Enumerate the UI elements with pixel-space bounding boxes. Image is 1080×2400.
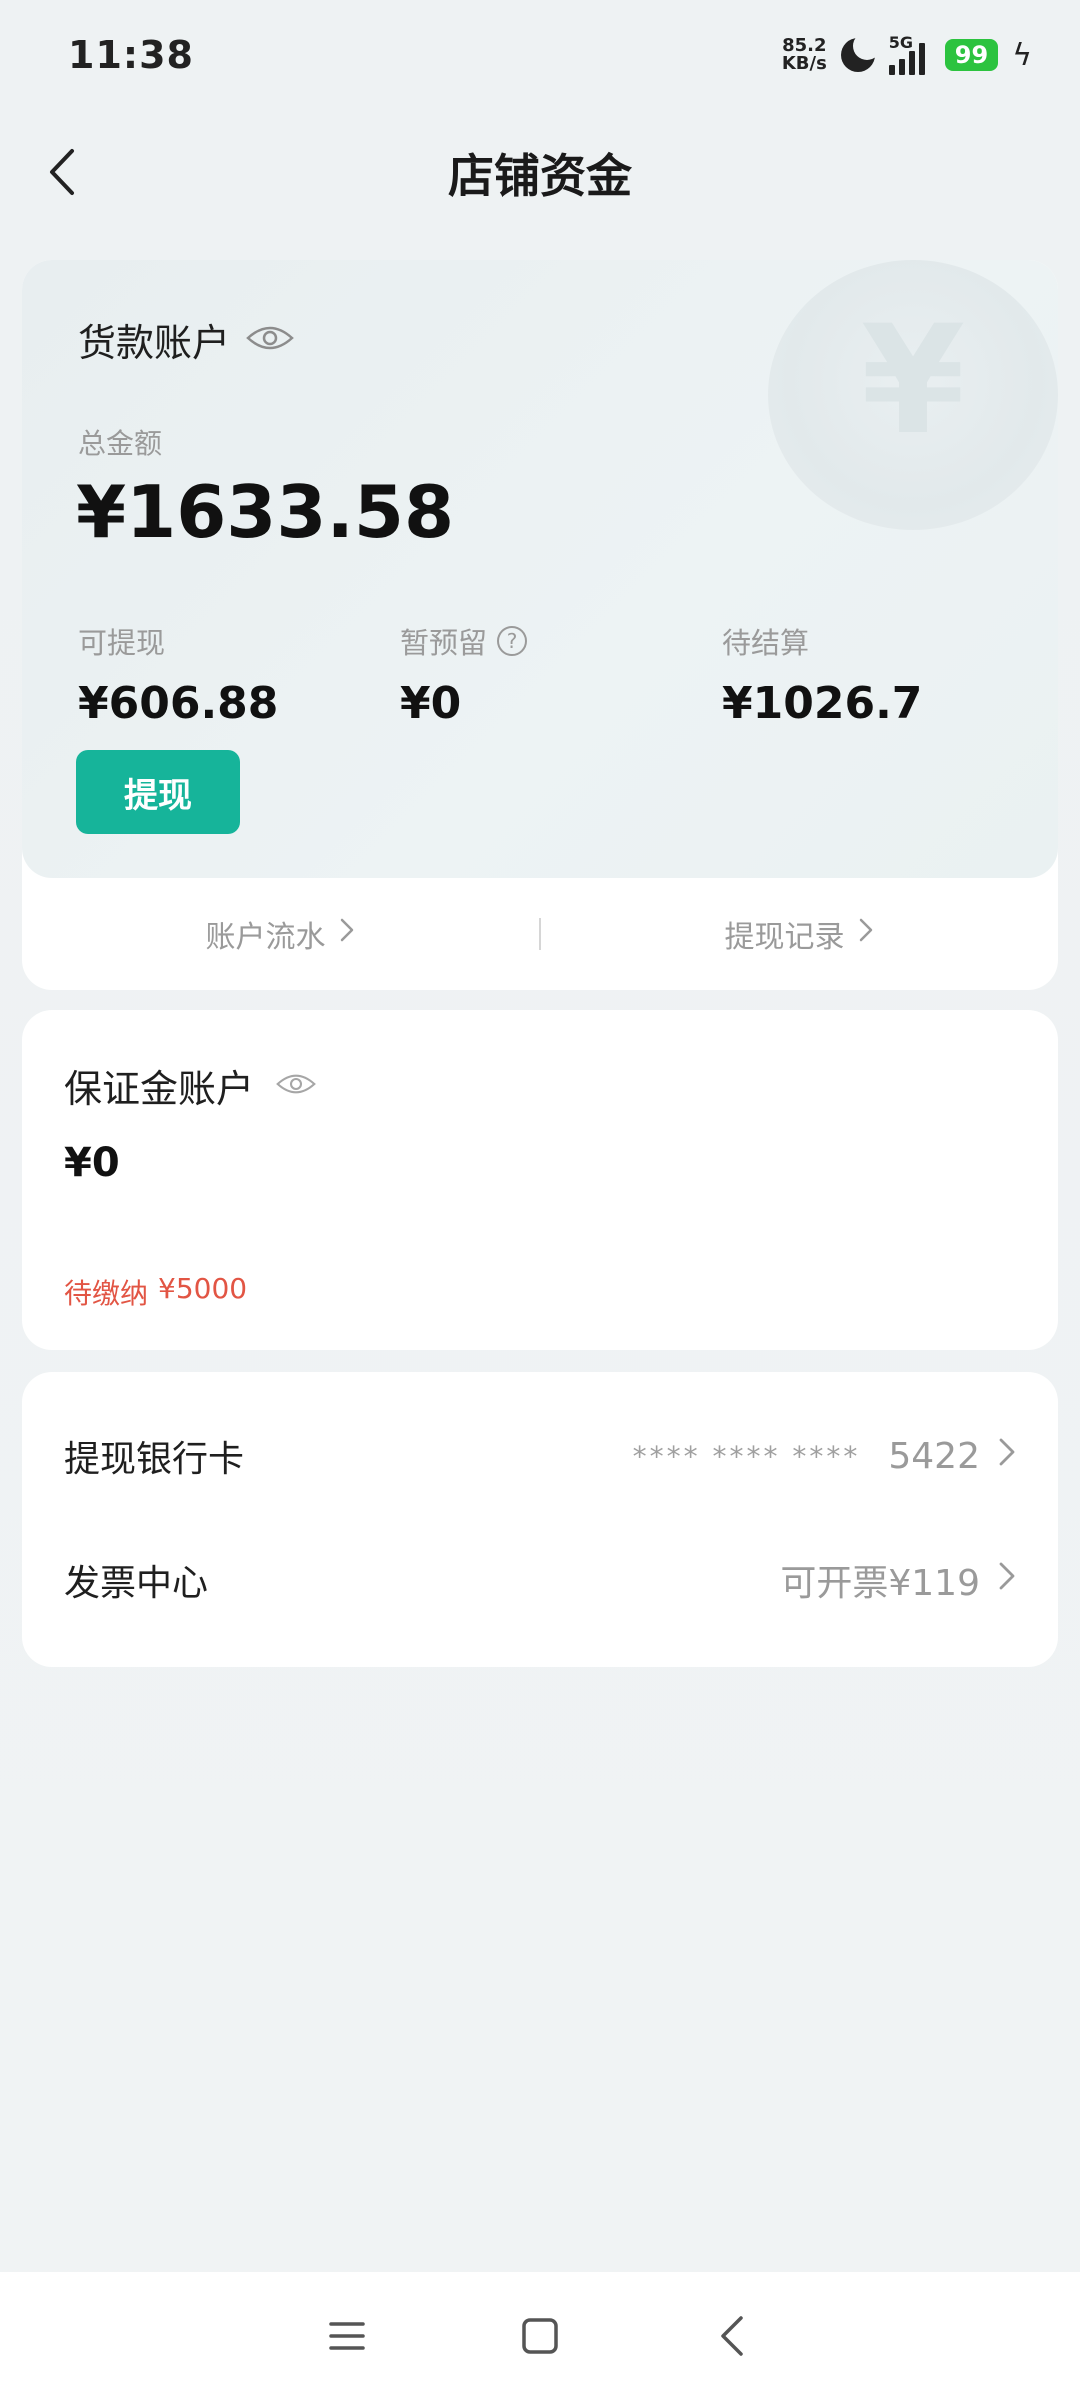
status-bar: 11:38 85.2 KB/s 5G 99 ϟ	[0, 0, 1080, 110]
withdrawable-label: 可提现	[78, 626, 166, 660]
withdraw-records-link[interactable]: 提现记录	[541, 912, 1058, 956]
do-not-disturb-icon	[840, 32, 881, 72]
withdraw-bank-card-row[interactable]: 提现银行卡 **** **** **** 5422	[22, 1396, 1058, 1516]
goods-account-title-row: 货款账户	[78, 312, 294, 367]
invoice-available-amount: 可开票¥119	[780, 1563, 980, 1604]
menu-icon[interactable]	[317, 2306, 377, 2366]
deposit-pending-label: 待缴纳	[64, 1277, 149, 1310]
withdraw-bank-card-label: 提现银行卡	[64, 1439, 245, 1480]
header: 店铺资金	[0, 120, 1080, 220]
network-type: 5G	[888, 33, 914, 52]
withdrawable-block: 可提现 ¥606.88	[78, 620, 278, 729]
deposit-pending: 待缴纳 ¥5000	[64, 1272, 247, 1312]
account-flow-label: 账户流水	[205, 920, 326, 955]
charging-icon: ϟ	[1012, 37, 1032, 73]
status-icons: 85.2 KB/s 5G 99 ϟ	[782, 32, 1032, 75]
deposit-amount: ¥0	[64, 1140, 120, 1186]
page: 11:38 85.2 KB/s 5G 99 ϟ 店铺资金 ¥ 货款账户 总金额 …	[0, 0, 1080, 2400]
deposit-account-card: 保证金账户 ¥0 待缴纳 ¥5000	[22, 1010, 1058, 1350]
settings-menu-card: 提现银行卡 **** **** **** 5422 发票中心 可开票¥119	[22, 1372, 1058, 1667]
eye-icon[interactable]	[276, 1070, 316, 1102]
status-time: 11:38	[68, 33, 194, 77]
system-navigation-bar	[0, 2272, 1080, 2400]
chevron-right-icon	[338, 916, 356, 952]
deposit-account-title: 保证金账户	[64, 1067, 255, 1111]
network-speed-unit: KB/s	[781, 53, 827, 74]
bank-card-last4: 5422	[888, 1435, 980, 1477]
withdraw-records-label: 提现记录	[724, 920, 845, 955]
goods-account-summary: 货款账户 总金额 ¥1633.58 可提现 ¥606.88 暂预留 ?	[22, 260, 1058, 878]
withdraw-bank-card-value: **** **** **** 5422	[633, 1435, 1018, 1478]
total-amount-label: 总金额	[78, 427, 163, 460]
deposit-pending-amount: ¥5000	[158, 1272, 248, 1305]
reserved-label: 暂预留 ?	[400, 620, 528, 662]
chevron-right-icon	[857, 916, 875, 952]
page-title: 店铺资金	[448, 149, 632, 203]
chevron-right-icon	[996, 1559, 1018, 1602]
network-speed: 85.2 KB/s	[782, 37, 827, 73]
reserved-block: 暂预留 ? ¥0	[400, 620, 528, 729]
reserved-value: ¥0	[400, 678, 462, 729]
goods-account-title: 货款账户	[78, 321, 231, 365]
withdraw-button[interactable]: 提现	[76, 750, 240, 834]
home-square-icon[interactable]	[510, 2306, 570, 2366]
pending-settlement-block: 待结算 ¥1026.7	[722, 620, 922, 729]
bank-card-mask: **** **** ****	[632, 1439, 861, 1473]
deposit-account-title-row: 保证金账户	[64, 1058, 316, 1113]
coin-watermark-icon	[768, 260, 1058, 530]
chevron-right-icon	[996, 1435, 1018, 1478]
withdrawable-value: ¥606.88	[78, 678, 279, 729]
invoice-center-value-wrap: 可开票¥119	[780, 1554, 1018, 1606]
goods-account-card: 货款账户 总金额 ¥1633.58 可提现 ¥606.88 暂预留 ?	[22, 260, 1058, 990]
back-nav-icon[interactable]	[703, 2306, 763, 2366]
invoice-center-row[interactable]: 发票中心 可开票¥119	[22, 1520, 1058, 1640]
account-flow-link[interactable]: 账户流水	[22, 912, 539, 956]
pending-settlement-value: ¥1026.7	[722, 678, 923, 729]
goods-account-links: 账户流水 提现记录	[22, 878, 1058, 990]
eye-icon[interactable]	[246, 322, 294, 358]
battery-level: 99	[944, 39, 999, 71]
total-amount-value: ¥1633.58	[76, 470, 455, 554]
pending-settlement-label: 待结算	[722, 626, 810, 660]
question-circle-icon[interactable]: ?	[497, 626, 528, 656]
signal-icon: 5G	[888, 33, 925, 75]
invoice-center-label: 发票中心	[64, 1563, 209, 1604]
